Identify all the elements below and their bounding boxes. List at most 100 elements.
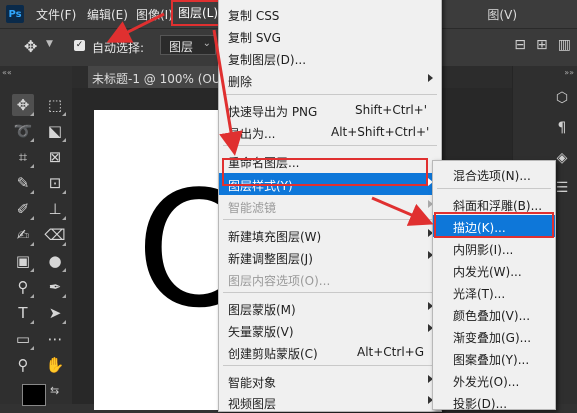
menu-item-stroke[interactable]: 描边(K)... xyxy=(433,215,555,237)
menu-item-shortcut: Alt+Ctrl+G xyxy=(357,345,425,359)
menu-item-delete[interactable]: 删除 xyxy=(219,69,441,91)
hand-tool-icon[interactable]: ✋ xyxy=(44,354,66,376)
menu-item-label: 智能滤镜 xyxy=(228,201,277,215)
menu-item-label: 新建填充图层(W) xyxy=(228,230,322,244)
menu-item-label: 创建剪贴蒙版(C) xyxy=(228,347,318,361)
menu-item-smart-object[interactable]: 智能对象 xyxy=(219,370,441,392)
path-select-tool-icon[interactable]: ➤ xyxy=(44,302,66,324)
menu-item-export-as[interactable]: 导出为... Alt+Shift+Ctrl+' xyxy=(219,121,441,143)
auto-select-checkbox[interactable]: ✓ xyxy=(74,40,85,51)
photoshop-logo: Ps xyxy=(6,5,24,23)
auto-select-target-value: 图层 xyxy=(169,40,194,54)
move-tool-icon[interactable]: ✥ xyxy=(12,94,34,116)
menu-item-pattern-overlay[interactable]: 图案叠加(Y)... xyxy=(433,347,555,369)
menu-item-color-overlay[interactable]: 颜色叠加(V)... xyxy=(433,303,555,325)
menu-image[interactable]: 图像(I) xyxy=(136,6,173,23)
swap-colors-icon[interactable]: ⇆ xyxy=(50,384,59,397)
menu-edit[interactable]: 编辑(E) xyxy=(87,6,128,23)
menu-view-fragment[interactable]: 图(V) xyxy=(487,6,517,23)
menu-item-bevel-emboss[interactable]: 斜面和浮雕(B)... xyxy=(433,193,555,215)
menu-item-label: 内阴影(I)... xyxy=(453,243,514,257)
marquee-tool-icon[interactable]: ⬚ xyxy=(44,94,66,116)
menu-item-label: 图层蒙版(M) xyxy=(228,303,296,317)
submenu-arrow-icon xyxy=(428,74,433,82)
menu-item-rename-layer[interactable]: 重命名图层... xyxy=(219,150,441,172)
menu-item-blending-options[interactable]: 混合选项(N)... xyxy=(433,163,555,185)
type-tool-icon[interactable]: T xyxy=(12,302,34,324)
distribute-icon[interactable]: ⊞ xyxy=(536,37,548,53)
crop-tool-icon[interactable]: ⌗ xyxy=(12,146,34,168)
collapse-panel-icon[interactable]: «« xyxy=(2,68,12,77)
chevron-down-icon: ⌄ xyxy=(202,38,211,49)
blur-tool-icon[interactable]: ● xyxy=(44,250,66,272)
paragraph-icon[interactable]: ¶ xyxy=(553,120,571,138)
tools-panel: «« ✥ ⬚ ➰ ⬕ ⌗ ⊠ ✎ ⊡ ✐ ⊥ ✍ ⌫ ▣ ● ⚲ ✒ T ➤ ▭… xyxy=(0,66,72,406)
menu-file[interactable]: 文件(F) xyxy=(36,6,76,23)
menu-item-label: 描边(K)... xyxy=(453,221,506,235)
menu-item-label: 快速导出为 PNG xyxy=(228,105,318,119)
menu-separator xyxy=(223,94,437,95)
menu-item-inner-shadow[interactable]: 内阴影(I)... xyxy=(433,237,555,259)
menu-item-quick-export-png[interactable]: 快速导出为 PNG Shift+Ctrl+' xyxy=(219,99,441,121)
move-tool-icon[interactable]: ✥ xyxy=(24,37,42,56)
auto-select-target-dropdown[interactable]: 图层 ⌄ xyxy=(160,35,216,55)
frame-tool-icon[interactable]: ⊠ xyxy=(44,146,66,168)
zoom-tool-icon[interactable]: ⚲ xyxy=(12,354,34,376)
menu-item-duplicate-layer[interactable]: 复制图层(D)... xyxy=(219,47,441,69)
menu-item-new-adjustment-layer[interactable]: 新建调整图层(J) xyxy=(219,246,441,268)
edit-toolbar-icon[interactable]: ⋯ xyxy=(44,328,66,350)
stamp-tool-icon[interactable]: ⊥ xyxy=(44,198,66,220)
menu-item-label: 图层样式(Y) xyxy=(228,179,293,193)
menu-item-copy-svg[interactable]: 复制 SVG xyxy=(219,25,441,47)
menu-item-label: 删除 xyxy=(228,75,253,89)
3d-icon[interactable]: ⬡ xyxy=(553,90,571,108)
menu-item-create-clipping-mask[interactable]: 创建剪贴蒙版(C) Alt+Ctrl+G xyxy=(219,341,441,363)
collapse-panel-icon[interactable]: »» xyxy=(564,68,574,77)
menu-item-label: 渐变叠加(G)... xyxy=(453,331,532,345)
options-right-icons: ⊟ ⊞ ▥ xyxy=(514,37,571,53)
menu-separator xyxy=(223,145,437,146)
menu-item-drop-shadow[interactable]: 投影(D)... xyxy=(433,391,555,413)
menu-item-shortcut: Shift+Ctrl+' xyxy=(355,103,428,117)
menu-item-label: 新建调整图层(J) xyxy=(228,252,313,266)
lasso-tool-icon[interactable]: ➰ xyxy=(12,120,34,142)
gradient-tool-icon[interactable]: ▣ xyxy=(12,250,34,272)
layer-menu-dropdown: 复制 CSS 复制 SVG 复制图层(D)... 删除 快速导出为 PNG Shi… xyxy=(218,0,442,412)
menu-item-new-fill-layer[interactable]: 新建填充图层(W) xyxy=(219,224,441,246)
menu-item-vector-mask[interactable]: 矢量蒙版(V) xyxy=(219,319,441,341)
menu-item-copy-css[interactable]: 复制 CSS xyxy=(219,3,441,25)
menu-item-label: 颜色叠加(V)... xyxy=(453,309,531,323)
menu-item-outer-glow[interactable]: 外发光(O)... xyxy=(433,369,555,391)
menu-item-layer-mask[interactable]: 图层蒙版(M) xyxy=(219,297,441,319)
quick-select-tool-icon[interactable]: ⬕ xyxy=(44,120,66,142)
healing-tool-icon[interactable]: ⊡ xyxy=(44,172,66,194)
pen-tool-icon[interactable]: ✒ xyxy=(44,276,66,298)
foreground-color-swatch[interactable] xyxy=(22,384,46,406)
eyedropper-tool-icon[interactable]: ✎ xyxy=(12,172,34,194)
align-right-icon[interactable]: ▥ xyxy=(558,37,571,53)
menu-item-label: 图案叠加(Y)... xyxy=(453,353,530,367)
align-icon[interactable]: ⊟ xyxy=(514,37,526,53)
auto-select-label: 自动选择: xyxy=(92,41,145,55)
shape-tool-icon[interactable]: ▭ xyxy=(12,328,34,350)
menu-item-gradient-overlay[interactable]: 渐变叠加(G)... xyxy=(433,325,555,347)
menu-item-label: 内发光(W)... xyxy=(453,265,522,279)
menu-item-label: 复制 CSS xyxy=(228,9,280,23)
menu-item-label: 矢量蒙版(V) xyxy=(228,325,294,339)
menu-item-satin[interactable]: 光泽(T)... xyxy=(433,281,555,303)
layer-style-submenu: 混合选项(N)... 斜面和浮雕(B)... 描边(K)... 内阴影(I)..… xyxy=(432,160,556,413)
dodge-tool-icon[interactable]: ⚲ xyxy=(12,276,34,298)
brush-tool-icon[interactable]: ✐ xyxy=(12,198,34,220)
menu-item-inner-glow[interactable]: 内发光(W)... xyxy=(433,259,555,281)
menu-item-video-layer[interactable]: 视频图层 xyxy=(219,391,441,413)
eraser-tool-icon[interactable]: ⌫ xyxy=(44,224,66,246)
menu-item-layer-style[interactable]: 图层样式(Y) xyxy=(219,173,441,195)
tool-preset-caret-icon[interactable]: ▼ xyxy=(46,39,53,49)
menu-item-label: 光泽(T)... xyxy=(453,287,506,301)
menu-separator xyxy=(223,292,437,293)
history-brush-tool-icon[interactable]: ✍ xyxy=(12,224,34,246)
menu-item-label: 重命名图层... xyxy=(228,156,300,170)
menu-item-label: 混合选项(N)... xyxy=(453,169,531,183)
menu-item-label: 外发光(O)... xyxy=(453,375,520,389)
menu-separator xyxy=(223,365,437,366)
